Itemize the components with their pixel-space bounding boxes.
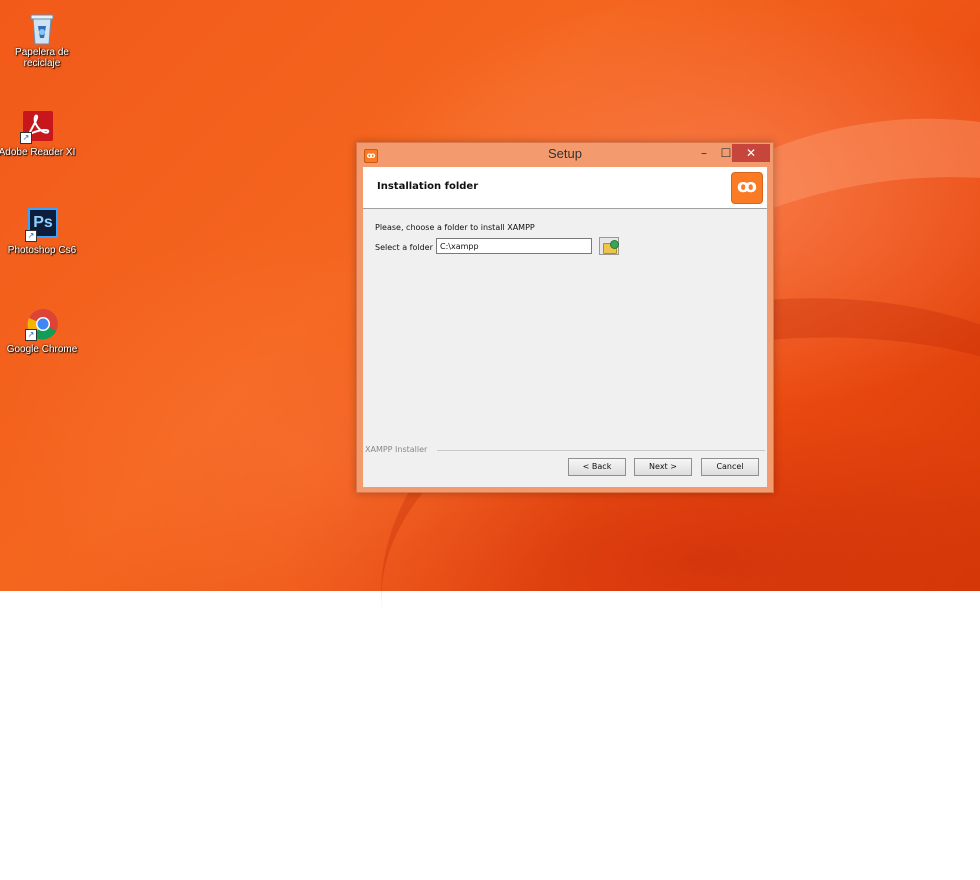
installer-client-area: Installation folder ꝏ Please, choose a f…	[363, 167, 767, 487]
adobe-reader-icon: ↗	[20, 110, 54, 144]
desktop-icon-label: Google Chrome	[6, 344, 78, 355]
title-bar[interactable]: ꝏ Setup – ☐ ✕	[357, 143, 773, 167]
back-button[interactable]: < Back	[568, 458, 626, 476]
desktop-icon-adobe-reader[interactable]: ↗ Adobe Reader XI	[0, 110, 77, 158]
install-prompt-text: Please, choose a folder to install XAMPP	[375, 223, 535, 232]
close-button[interactable]: ✕	[732, 144, 770, 162]
shortcut-arrow-icon: ↗	[25, 230, 37, 242]
photoshop-icon: Ps ↗	[25, 208, 59, 242]
desktop-icon-label: Photoshop Cs6	[7, 245, 77, 256]
installer-header: Installation folder ꝏ	[363, 167, 767, 209]
desktop-icon-recycle-bin[interactable]: Papelera de reciclaje	[2, 10, 82, 69]
next-button[interactable]: Next >	[634, 458, 692, 476]
desktop-icon-label: Adobe Reader XI	[0, 147, 76, 158]
desktop-icon-label: reciclaje	[23, 58, 61, 69]
shortcut-arrow-icon: ↗	[25, 329, 37, 341]
minimize-button[interactable]: –	[693, 144, 715, 162]
folder-path-input[interactable]: C:\xampp	[436, 238, 592, 254]
xampp-logo-glyph: ꝏ	[737, 176, 757, 197]
browse-folder-button[interactable]	[599, 237, 619, 255]
desktop-icon-photoshop[interactable]: Ps ↗ Photoshop Cs6	[2, 208, 82, 256]
browse-badge-icon	[610, 240, 619, 249]
desktop-icon-label: Papelera de	[15, 47, 69, 58]
installer-group-label: XAMPP Installer	[365, 445, 432, 454]
page-title: Installation folder	[377, 181, 479, 192]
cancel-button[interactable]: Cancel	[701, 458, 759, 476]
chrome-icon: ↗	[25, 307, 59, 341]
group-divider	[437, 450, 765, 451]
shortcut-arrow-icon: ↗	[20, 132, 32, 144]
setup-window: ꝏ Setup – ☐ ✕ Installation folder ꝏ Plea…	[356, 142, 774, 493]
recycle-bin-icon	[25, 10, 59, 45]
select-folder-label: Select a folder	[375, 243, 433, 252]
xampp-logo-icon: ꝏ	[731, 172, 763, 204]
desktop-icon-google-chrome[interactable]: ↗ Google Chrome	[2, 307, 82, 355]
